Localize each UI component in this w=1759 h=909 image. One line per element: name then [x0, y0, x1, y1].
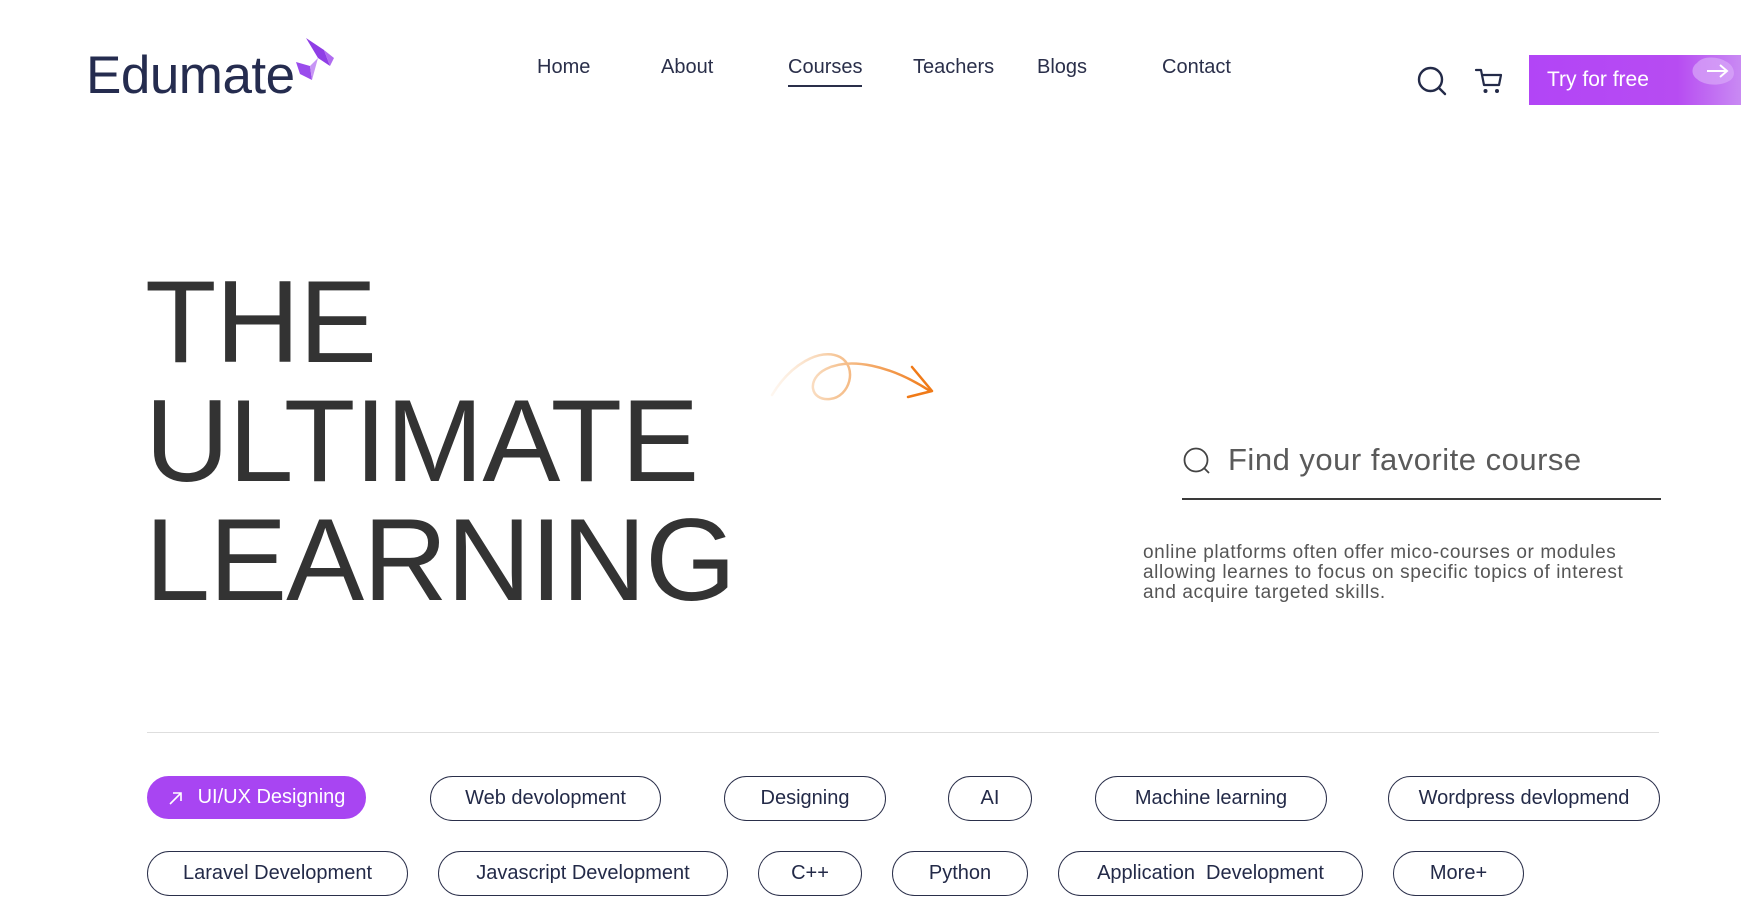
- nav-blogs[interactable]: Blogs: [1037, 54, 1087, 80]
- cart-icon: [1474, 68, 1503, 93]
- chip-label: UI/UX Designing: [197, 786, 346, 808]
- hero-title-line-1: THE: [145, 256, 377, 387]
- chip-python[interactable]: Python: [892, 851, 1028, 896]
- nav-courses-label: Courses: [788, 56, 863, 78]
- chip-label: AI: [980, 787, 1000, 809]
- hero-description: online platforms often offer mico-course…: [1143, 543, 1673, 603]
- chip-wordpress-development[interactable]: Wordpress devlopmend: [1388, 776, 1660, 821]
- chip-ai[interactable]: AI: [948, 776, 1032, 821]
- description-line: and acquire targeted skills.: [1143, 582, 1386, 603]
- hero-title-line-2: ULTIMATE: [145, 375, 699, 506]
- nav-about[interactable]: About: [661, 54, 713, 80]
- nav-home[interactable]: Home: [537, 54, 590, 80]
- hero-title-line-3: LEARNING: [145, 494, 736, 625]
- swirl-arrow-icon: [770, 352, 934, 401]
- hero-title: THE ULTIMATE LEARNING: [145, 256, 736, 625]
- search-icon: [1417, 66, 1447, 96]
- chip-label: Machine learning: [1134, 787, 1288, 809]
- arrow-right-icon: [1692, 57, 1734, 85]
- section-divider: [147, 732, 1659, 733]
- chip-label: More+: [1429, 862, 1488, 884]
- logo-text: Edumate: [86, 46, 295, 105]
- search-placeholder: Find your favorite course: [1228, 442, 1582, 477]
- chip-machine-learning[interactable]: Machine learning: [1095, 776, 1327, 821]
- chip-designing[interactable]: Designing: [724, 776, 886, 821]
- logo-mark-icon: [296, 38, 334, 80]
- logo[interactable]: Edumate: [86, 38, 334, 106]
- chip-label: Application Development: [1097, 862, 1324, 884]
- nav-teachers[interactable]: Teachers: [913, 54, 994, 80]
- chip-label: C++: [791, 862, 829, 884]
- header-search-button[interactable]: [1415, 64, 1449, 98]
- nav-courses[interactable]: Courses: [788, 54, 863, 87]
- description-line: online platforms often offer mico-course…: [1143, 542, 1617, 563]
- nav-contact[interactable]: Contact: [1162, 54, 1231, 80]
- chip-javascript-development[interactable]: Javascript Development: [438, 851, 728, 896]
- chip-laravel-development[interactable]: Laravel Development: [147, 851, 408, 896]
- chip-label: Designing: [760, 787, 850, 809]
- chip-web-development[interactable]: Web devolopment: [430, 776, 661, 821]
- chip-cpp[interactable]: C++: [758, 851, 862, 896]
- try-for-free-button[interactable]: Try for free: [1529, 55, 1741, 105]
- chip-label: Web devolopment: [465, 787, 626, 809]
- course-search-input[interactable]: Find your favorite course: [1182, 430, 1661, 500]
- cart-button[interactable]: [1472, 64, 1506, 98]
- nav-active-underline: [788, 85, 863, 87]
- chip-label: Laravel Development: [183, 862, 372, 884]
- description-line: allowing learnes to focus on specific to…: [1143, 562, 1624, 583]
- cta-label: Try for free: [1547, 68, 1649, 91]
- chip-ui-ux-designing[interactable]: UI/UX Designing: [147, 776, 366, 819]
- chip-label: Javascript Development: [476, 862, 690, 884]
- chip-label: Python: [928, 862, 992, 884]
- search-icon: [1183, 447, 1210, 474]
- chip-more[interactable]: More+: [1393, 851, 1524, 896]
- arrow-up-right-icon: [169, 791, 182, 805]
- chip-label: Wordpress devlopmend: [1418, 787, 1630, 809]
- chip-application-development[interactable]: Application Development: [1058, 851, 1363, 896]
